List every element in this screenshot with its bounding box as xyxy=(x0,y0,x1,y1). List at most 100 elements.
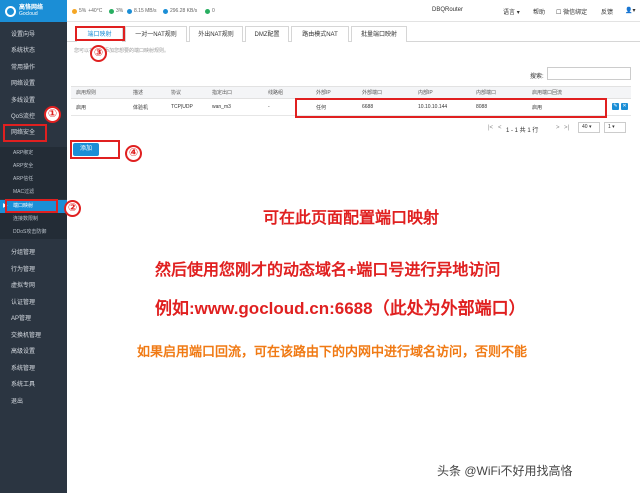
page-select[interactable]: 1 ▾ xyxy=(604,122,626,133)
sidebar-item-label: 网络设置 xyxy=(11,81,36,87)
connection-count: 0 xyxy=(212,8,215,14)
sidebar-item-label: ARP信任 xyxy=(13,176,34,182)
sidebar-item-label: 设置向导 xyxy=(11,32,36,38)
annotation-badge-2: ② xyxy=(64,200,81,217)
sidebar-item-label: 系统工具 xyxy=(11,382,36,388)
tab-batch-port-mapping[interactable]: 批量端口映射 xyxy=(351,26,407,42)
sidebar-item-label: 连接数限制 xyxy=(13,216,39,222)
mem-status: 3% xyxy=(109,8,123,14)
feedback-link[interactable]: 反馈 xyxy=(601,7,613,16)
per-page-select[interactable]: 40 ▾ xyxy=(578,122,600,133)
sidebar-item[interactable]: 退出 xyxy=(0,395,67,410)
edit-icon[interactable]: ✎ xyxy=(612,103,619,110)
tab-dmz[interactable]: DMZ配置 xyxy=(245,26,289,42)
annotation-box-port-mapping xyxy=(5,199,58,213)
sidebar: 高恪网络 Gocloud 设置向导 系统状态 常用操作 网络设置 多线设置 QoS流控 网络… xyxy=(0,0,67,493)
search-input[interactable] xyxy=(547,67,631,80)
sidebar-item-label: DDoS攻击防御 xyxy=(13,229,47,235)
notice-text: 您可以在下方添加您想要的端口映射规则。 xyxy=(74,48,170,54)
cell-enabled: 启用 xyxy=(76,104,87,111)
sidebar-item[interactable]: 行为管理 xyxy=(0,263,67,278)
sidebar-item[interactable]: ARP绑定 xyxy=(0,147,67,160)
sidebar-item-label: 高级设置 xyxy=(11,349,36,355)
router-name: DBQRouter xyxy=(432,7,464,13)
col-egress: 指定出口 xyxy=(212,90,233,96)
annotation-box-tab xyxy=(75,26,125,41)
tab-route-mode-nat[interactable]: 路由模式NAT xyxy=(291,26,349,42)
caption-1: 可在此页面配置端口映射 xyxy=(263,210,440,227)
sidebar-item[interactable]: 设置向导 xyxy=(0,28,67,43)
download-icon xyxy=(163,8,168,14)
wechat-bind-link[interactable]: ☐ 微信绑定 xyxy=(556,7,587,16)
sidebar-item-label: ARP安全 xyxy=(13,163,34,169)
sidebar-item-label: 虚拟专网 xyxy=(11,283,36,289)
sidebar-item[interactable]: 认证管理 xyxy=(0,296,67,311)
search-label: 搜索: xyxy=(530,74,544,80)
wechat-icon: ☐ xyxy=(556,10,562,16)
sidebar-item[interactable]: 高级设置 xyxy=(0,345,67,360)
sidebar-item-label: QoS流控 xyxy=(11,114,36,120)
sidebar-item-label: 交换机管理 xyxy=(11,333,42,339)
first-page-button[interactable]: |< xyxy=(488,125,493,131)
sidebar-item-label: 分组管理 xyxy=(11,250,36,256)
cell-description: 体验机 xyxy=(133,104,149,111)
language-menu[interactable]: 语言 ▾ xyxy=(503,7,520,16)
caption-4: 如果启用端口回流，可在该路由下的内网中进行域名访问，否则不能 xyxy=(137,344,528,359)
last-page-button[interactable]: >| xyxy=(564,125,569,131)
upload-speed: 8.15 MB/s xyxy=(134,8,157,14)
col-external-port: 外部端口 xyxy=(362,90,383,96)
col-hairpin: 启用端口回流 xyxy=(532,90,563,96)
delete-icon[interactable]: ✕ xyxy=(621,103,628,110)
tab-one-to-one-nat[interactable]: 一对一NAT规则 xyxy=(125,26,187,42)
sidebar-item[interactable]: 交换机管理 xyxy=(0,329,67,344)
cpu-icon xyxy=(72,8,77,14)
sidebar-item-label: 退出 xyxy=(11,399,24,405)
user-icon[interactable]: 👤▾ xyxy=(625,7,635,14)
prev-page-button[interactable]: < xyxy=(498,125,502,131)
caption-2: 然后使用您刚才的动态域名+端口号进行异地访问 xyxy=(155,262,501,279)
col-line-group: 线路组 xyxy=(268,90,284,96)
download-status: 296.28 KB/s xyxy=(163,8,197,14)
memory-icon xyxy=(109,8,114,14)
tab-outbound-nat[interactable]: 外出NAT规则 xyxy=(189,26,243,42)
sidebar-item[interactable]: 系统状态 xyxy=(0,44,67,59)
annotation-box-rule-row xyxy=(295,98,607,118)
sidebar-item[interactable]: 分组管理 xyxy=(0,246,67,261)
sidebar-item[interactable]: 常用操作 xyxy=(0,61,67,76)
annotation-badge-4: ④ xyxy=(125,145,142,162)
sidebar-item[interactable]: 网络设置 xyxy=(0,77,67,92)
col-internal-port: 内部端口 xyxy=(476,90,497,96)
col-protocol: 协议 xyxy=(171,90,182,96)
cpu-status: 5% +40°C xyxy=(72,8,102,14)
logo: 高恪网络 Gocloud xyxy=(0,0,67,22)
logo-subtitle: Gocloud xyxy=(19,11,38,17)
next-page-button[interactable]: > xyxy=(556,125,560,131)
sidebar-item[interactable]: 虚拟专网 xyxy=(0,279,67,294)
chevron-down-icon: ▾ xyxy=(612,124,615,130)
upload-status: 8.15 MB/s xyxy=(127,8,157,14)
sidebar-item[interactable]: AP管理 xyxy=(0,312,67,327)
cell-line-group: - xyxy=(268,104,270,110)
annotation-badge-3: ③ xyxy=(90,45,107,62)
sidebar-item-label: 系统管理 xyxy=(11,366,36,372)
col-external-ip: 外部IP xyxy=(316,90,331,96)
cpu-temp: +40°C xyxy=(88,8,103,14)
sidebar-item[interactable]: 系统管理 xyxy=(0,362,67,377)
sidebar-item-label: 多线设置 xyxy=(11,98,36,104)
sidebar-item[interactable]: ARP信任 xyxy=(0,173,67,186)
sidebar-item[interactable]: DDoS攻击防御 xyxy=(0,226,67,239)
col-enabled: 启用规则 xyxy=(76,90,97,96)
annotation-box-network-security xyxy=(3,124,47,142)
caption-3: 例如:www.gocloud.cn:6688（此处为外部端口） xyxy=(155,299,526,318)
sidebar-item-label: 认证管理 xyxy=(11,300,36,306)
top-status-bar: 5% +40°C 3% 8.15 MB/s 296.28 KB/s 0 DBQR… xyxy=(67,0,640,22)
cell-protocol: TCP|UDP xyxy=(171,104,193,110)
sidebar-item[interactable]: 连接数限制 xyxy=(0,213,67,226)
sidebar-item[interactable]: ARP安全 xyxy=(0,160,67,173)
help-link[interactable]: 帮助 xyxy=(533,7,545,16)
col-internal-ip: 内部IP xyxy=(418,90,433,96)
sidebar-item-label: AP管理 xyxy=(11,316,32,322)
sidebar-item-label: 系统状态 xyxy=(11,48,36,54)
sidebar-item[interactable]: MAC过滤 xyxy=(0,186,67,199)
sidebar-item[interactable]: 系统工具 xyxy=(0,378,67,393)
